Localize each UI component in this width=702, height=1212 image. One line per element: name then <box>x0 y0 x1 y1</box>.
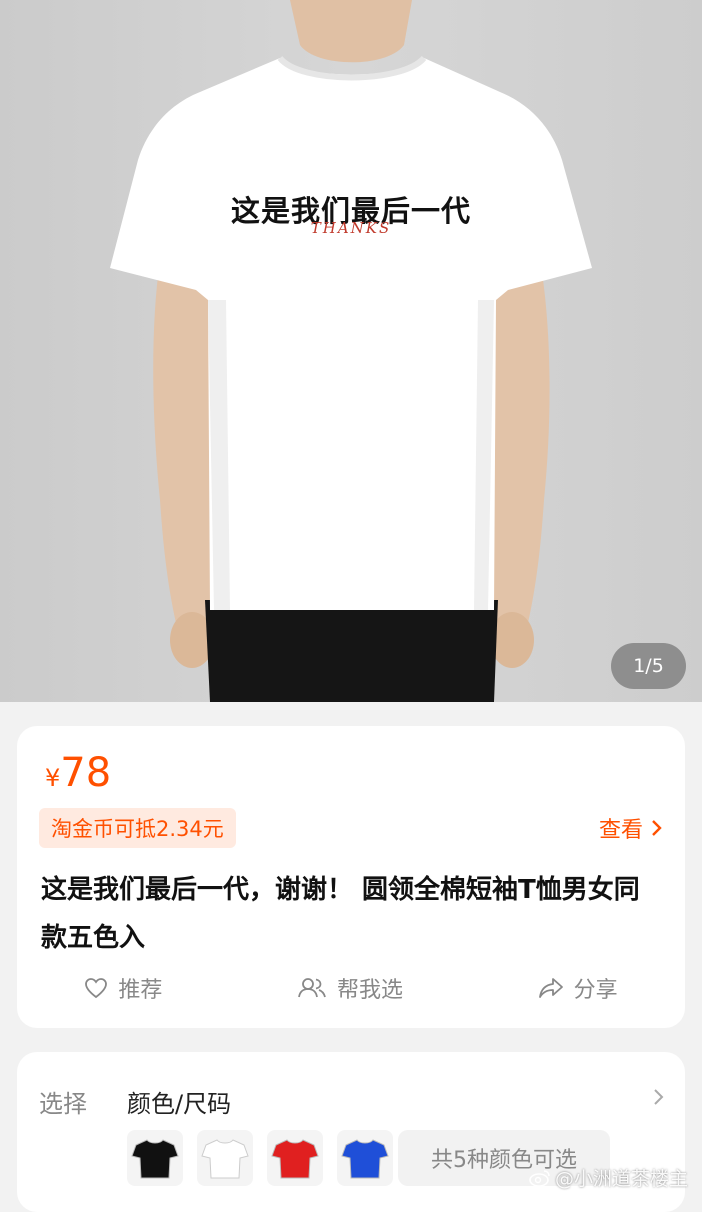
view-link-label: 查看 <box>598 818 643 843</box>
product-info-card: ¥78 淘金币可抵2.34元 查看 这是我们最后一代，谢谢！ 圆领全棉短袖T恤男… <box>17 726 685 1028</box>
share-label: 分享 <box>573 978 618 1003</box>
share-button[interactable]: 分享 <box>538 972 618 1004</box>
product-image-gallery[interactable]: 这是我们最后一代 THANKS 1/5 <box>0 0 702 702</box>
tshirt-blue-icon <box>341 1139 389 1179</box>
view-discount-link[interactable]: 查看 <box>599 812 663 844</box>
weibo-watermark: @小洲道茶楼主 <box>529 1164 688 1191</box>
recommend-label: 推荐 <box>118 978 163 1003</box>
chevron-right-icon <box>652 820 662 836</box>
currency-symbol: ¥ <box>45 764 61 792</box>
chevron-right-icon <box>654 1089 664 1105</box>
color-thumbnails <box>127 1130 393 1186</box>
action-bar: 推荐 帮我选 分享 <box>17 968 685 1008</box>
help-me-choose-button[interactable]: 帮我选 <box>297 972 403 1004</box>
price: ¥78 <box>45 750 111 796</box>
color-thumb-blue[interactable] <box>337 1130 393 1186</box>
help-me-choose-label: 帮我选 <box>336 978 403 1003</box>
tshirt-black-icon <box>131 1139 179 1179</box>
product-title: 这是我们最后一代，谢谢！ 圆领全棉短袖T恤男女同款五色入 <box>41 875 640 953</box>
share-icon <box>538 978 563 998</box>
image-page-indicator: 1/5 <box>611 643 686 689</box>
product-photo <box>110 0 592 702</box>
select-label: 选择 <box>39 1090 87 1118</box>
color-thumb-black[interactable] <box>127 1130 183 1186</box>
shirt-print-subtext: THANKS <box>310 219 392 237</box>
heart-icon <box>85 978 108 999</box>
color-thumb-red[interactable] <box>267 1130 323 1186</box>
tshirt-red-icon <box>271 1139 319 1179</box>
watermark-text: @小洲道茶楼主 <box>554 1168 688 1190</box>
recommend-button[interactable]: 推荐 <box>84 972 162 1004</box>
coin-discount-badge: 淘金币可抵2.34元 <box>39 808 236 848</box>
price-value: 78 <box>60 750 112 796</box>
people-icon <box>298 978 326 998</box>
select-value: 颜色/尺码 <box>127 1090 232 1118</box>
weibo-icon <box>529 1169 550 1187</box>
color-thumb-white[interactable] <box>197 1130 253 1186</box>
tshirt-white-icon <box>201 1139 249 1179</box>
